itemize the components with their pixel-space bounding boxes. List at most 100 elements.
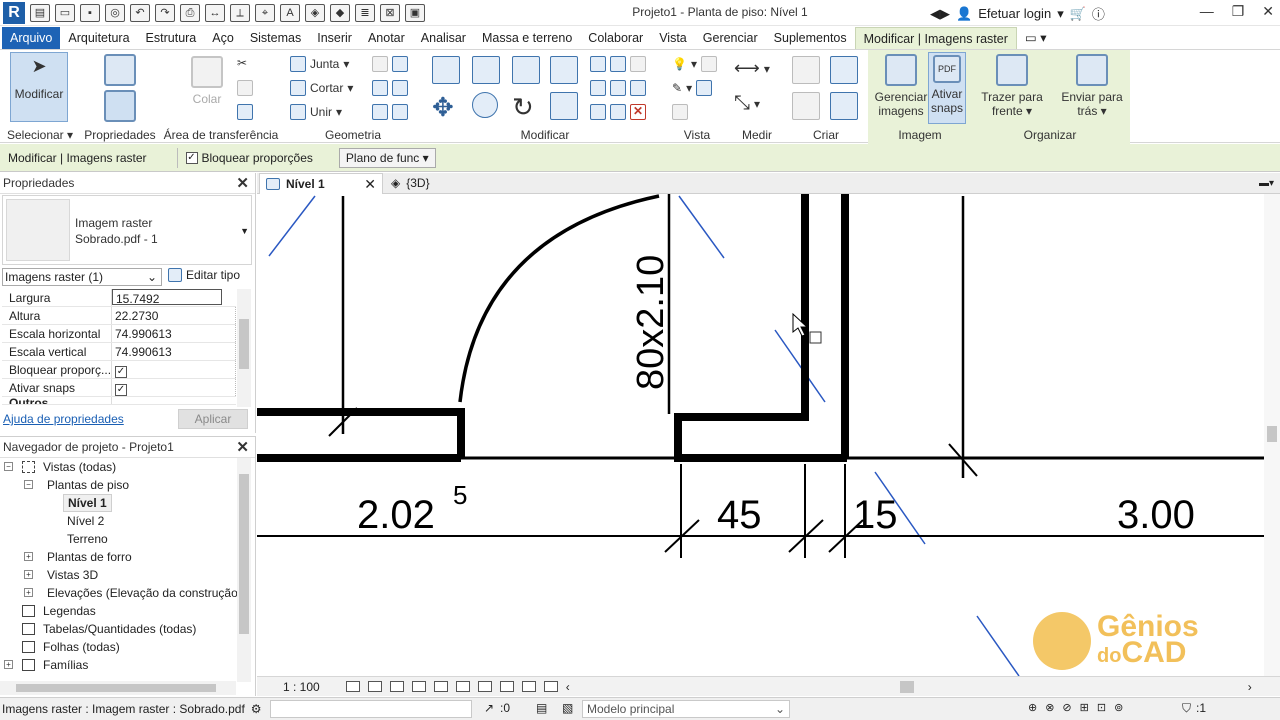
view-scale[interactable]: 1 : 100 — [283, 680, 320, 694]
sync-icon[interactable]: ◎ — [105, 3, 125, 22]
tree-node-vistas[interactable]: − Vistas (todas) — [0, 458, 236, 476]
detail-level-icon[interactable] — [345, 681, 360, 692]
lock-proportions-checkbox[interactable]: ✓ — [185, 151, 198, 164]
copy-button[interactable] — [237, 80, 253, 96]
show-crop-icon[interactable] — [455, 681, 470, 692]
work-plane-dropdown[interactable]: Plano de func ▾ — [338, 147, 436, 168]
create-group-button[interactable] — [830, 56, 858, 84]
copy-element-button[interactable] — [472, 92, 498, 118]
create-similar-button[interactable] — [830, 92, 858, 120]
design-option-flag-icon[interactable]: ▧ — [562, 701, 573, 715]
view-tool-3[interactable] — [672, 104, 688, 120]
mirror-draw-button[interactable] — [550, 56, 578, 84]
apply-button[interactable]: Aplicar — [178, 409, 248, 429]
mirror-axis-button[interactable] — [512, 56, 540, 84]
altura-value[interactable]: 22.2730 — [112, 307, 236, 324]
shadows-icon[interactable] — [411, 681, 426, 692]
trim-button[interactable] — [550, 92, 578, 120]
send-to-back-button[interactable]: Enviar para trás ▾ — [1054, 54, 1130, 118]
bloquear-checkbox[interactable]: ✓ — [115, 366, 127, 378]
expand-icon[interactable]: + — [24, 552, 33, 561]
save-icon[interactable]: ▪ — [80, 3, 100, 22]
geometry-tool-3[interactable] — [372, 104, 408, 120]
tab-massa-terreno[interactable]: Massa e terreno — [474, 27, 580, 49]
visual-style-icon[interactable] — [367, 681, 382, 692]
selection-filters-icons[interactable]: ⊕⊗⊘⊞⊡⊚ — [1028, 701, 1131, 714]
properties-button[interactable] — [100, 90, 140, 126]
cart-icon[interactable]: 🛒 — [1070, 6, 1086, 22]
tabs-menu-icon[interactable]: ▬▾ — [1253, 173, 1280, 194]
type-properties-button[interactable] — [100, 54, 140, 90]
restore-icon[interactable]: ❐ — [1232, 3, 1245, 20]
properties-scrollbar[interactable] — [237, 289, 251, 407]
close-tab-icon[interactable]: ✕ — [364, 174, 376, 195]
tree-node-nivel-2[interactable]: Nível 2 — [0, 512, 236, 530]
type-selector[interactable]: Imagem raster Sobrado.pdf - 1 ▼ — [2, 195, 252, 265]
panel-label-selecionar[interactable]: Selecionar ▾ — [0, 128, 80, 142]
text-icon[interactable]: A — [280, 3, 300, 22]
dimension-button[interactable]: ⤡ ▾ — [734, 92, 760, 115]
geometry-tool-1[interactable] — [372, 56, 408, 72]
property-group-outros[interactable]: Outros — [2, 397, 236, 405]
unite-button[interactable]: Unir ▾ — [290, 104, 342, 120]
sun-path-icon[interactable] — [389, 681, 404, 692]
canvas-hscroll-thumb[interactable] — [899, 680, 914, 693]
switch-windows-icon[interactable]: ▣ — [405, 3, 425, 22]
thin-lines-icon[interactable]: ≣ — [355, 3, 375, 22]
revit-logo-icon[interactable]: R — [3, 1, 25, 24]
offset-button[interactable] — [472, 56, 500, 84]
edit-type-button[interactable]: Editar tipo — [168, 268, 240, 282]
measure-icon[interactable]: ↔ — [205, 3, 225, 22]
canvas-vertical-scrollbar[interactable] — [1264, 194, 1280, 676]
tab-inserir[interactable]: Inserir — [309, 27, 360, 49]
minimize-icon[interactable]: — — [1200, 3, 1214, 20]
instance-filter-select[interactable]: Imagens raster (1) ⌄ — [2, 268, 162, 286]
tab-sistemas[interactable]: Sistemas — [242, 27, 309, 49]
extend-button[interactable]: ✕ — [590, 104, 646, 120]
design-option-dropdown[interactable]: Modelo principal ⌄ — [582, 700, 790, 718]
collapse-icon[interactable]: − — [4, 462, 13, 471]
home-icon[interactable]: ▤ — [30, 3, 50, 22]
tree-node-plantas-piso[interactable]: − Plantas de piso — [0, 476, 236, 494]
scroll-left-icon[interactable]: ‹ — [566, 680, 570, 694]
expand-icon[interactable]: + — [24, 570, 33, 579]
manage-images-button[interactable]: Gerenciar imagens — [874, 54, 928, 118]
tab-modificar-imagens-raster[interactable]: Modificar | Imagens raster — [854, 27, 1017, 49]
create-assembly-button[interactable] — [792, 92, 820, 120]
tree-node-familias[interactable]: + Famílias — [0, 656, 236, 674]
analytical-model-icon[interactable] — [521, 681, 536, 692]
reveal-hidden-icon[interactable] — [499, 681, 514, 692]
tab-analisar[interactable]: Analisar — [413, 27, 474, 49]
3d-view-icon[interactable]: ◈ — [305, 3, 325, 22]
rotate-button[interactable]: ↻ — [512, 92, 534, 123]
type-dropdown-icon[interactable]: ▼ — [240, 226, 249, 236]
close-hidden-icon[interactable]: ⊠ — [380, 3, 400, 22]
tree-node-tabelas[interactable]: Tabelas/Quantidades (todas) — [0, 620, 236, 638]
help-icon[interactable]: ⓘ — [1092, 4, 1105, 23]
worksharing-icon[interactable]: ⚙ — [251, 702, 262, 716]
login-link[interactable]: Efetuar login — [978, 6, 1051, 21]
login-area[interactable]: ◀▶ 👤 Efetuar login ▾ 🛒 ⓘ — [930, 4, 1105, 23]
tree-node-nivel-1[interactable]: Nível 1 — [0, 494, 236, 512]
tree-node-terreno[interactable]: Terreno — [0, 530, 236, 548]
ribbon-toggle-icon[interactable]: ▭ ▾ — [1017, 27, 1055, 49]
escala-vertical-value[interactable]: 74.990613 — [112, 343, 236, 360]
design-options-icon[interactable]: ▤ — [536, 701, 547, 715]
undo-icon[interactable]: ↶ — [130, 3, 150, 22]
filter-icon[interactable]: ⛉ — [1182, 701, 1191, 716]
browser-scrollbar[interactable] — [237, 458, 251, 682]
array-button[interactable] — [590, 80, 646, 96]
tab-suplementos[interactable]: Suplementos — [766, 27, 855, 49]
escala-horizontal-value[interactable]: 74.990613 — [112, 325, 236, 342]
tag-icon[interactable]: ⌖ — [255, 3, 275, 22]
move-button[interactable]: ✥ — [432, 92, 454, 123]
expand-icon[interactable]: + — [24, 588, 33, 597]
tab-estrutura[interactable]: Estrutura — [138, 27, 205, 49]
tab-arquivo[interactable]: Arquivo — [2, 27, 61, 49]
modify-button[interactable]: ➤ Modificar — [10, 52, 68, 122]
close-icon[interactable]: ✕ — [1262, 3, 1274, 20]
tab-nivel-1[interactable]: Nível 1 ✕ — [259, 173, 383, 194]
match-properties-button[interactable] — [237, 104, 253, 120]
temporary-hide-icon[interactable] — [477, 681, 492, 692]
back-arrow-icon[interactable]: ◀▶ — [930, 6, 950, 22]
